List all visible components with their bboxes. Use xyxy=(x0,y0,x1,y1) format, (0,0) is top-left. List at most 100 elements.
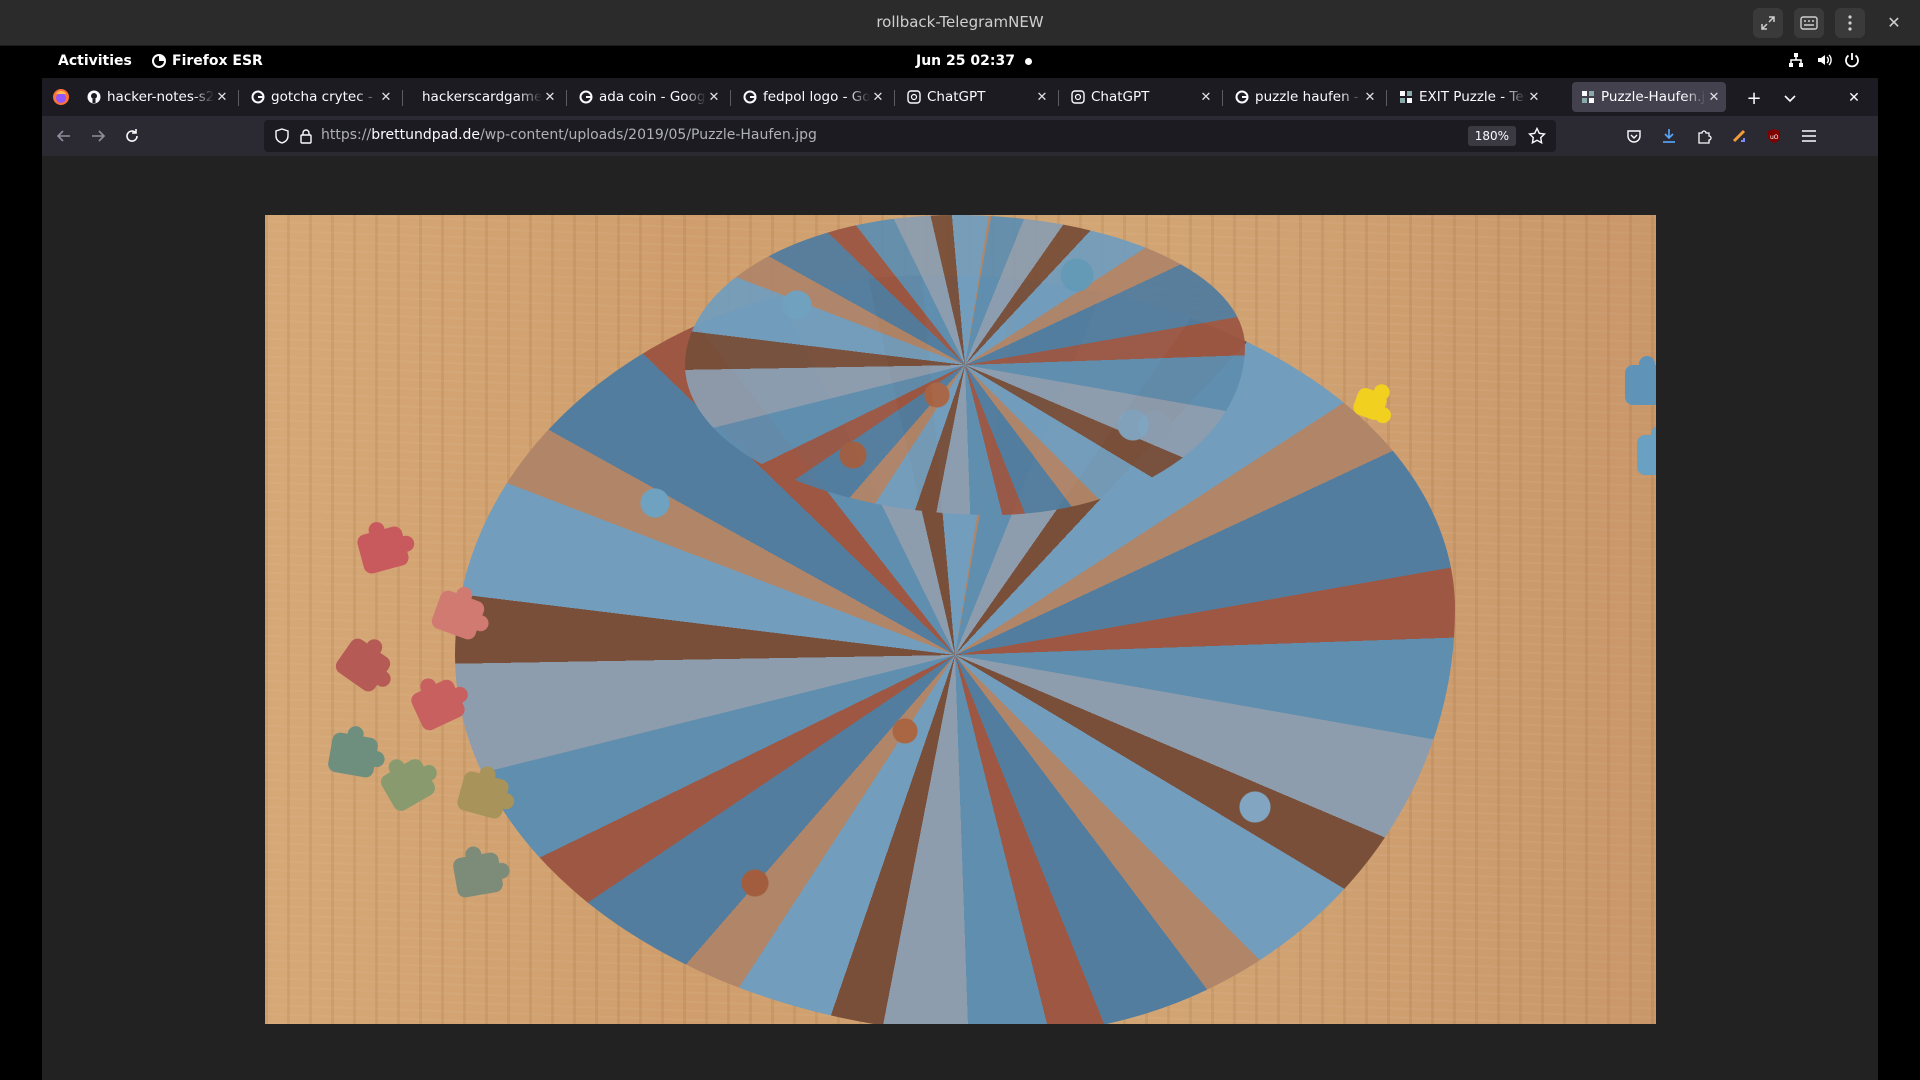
url-bar[interactable]: https://brettundpad.de/wp-content/upload… xyxy=(264,120,1556,152)
google-icon xyxy=(742,90,757,105)
reload-icon xyxy=(126,129,138,142)
tab-label: gotcha crytec - Go xyxy=(271,89,378,105)
close-icon[interactable]: ✕ xyxy=(706,90,722,105)
tab-google-fedpol[interactable]: fedpol logo - Goo ✕ xyxy=(734,82,890,112)
reload-button[interactable] xyxy=(120,124,144,148)
clock[interactable]: Jun 25 02:37 xyxy=(916,53,1015,69)
tab-github[interactable]: hacker-notes-s24 ✕ xyxy=(78,82,234,112)
fullscreen-button[interactable] xyxy=(1753,8,1783,38)
extensions-button[interactable] xyxy=(1692,124,1716,148)
puzzle-piece-icon xyxy=(1698,130,1712,144)
tab-puzzle-haufen-active[interactable]: Puzzle-Haufen.jpg ✕ xyxy=(1572,82,1726,112)
image-viewer xyxy=(42,156,1878,1080)
zoom-reset-button[interactable]: 180% xyxy=(1467,126,1516,146)
tab-strip: hacker-notes-s24 ✕ gotcha crytec - Go ✕ … xyxy=(42,78,1878,116)
system-tray[interactable] xyxy=(1788,52,1860,68)
close-icon[interactable]: ✕ xyxy=(1526,90,1542,105)
google-icon xyxy=(578,90,593,105)
forward-button[interactable] xyxy=(86,124,110,148)
close-window-button[interactable]: ✕ xyxy=(1842,86,1866,110)
google-icon xyxy=(250,90,265,105)
keyboard-icon xyxy=(1800,16,1818,30)
close-icon[interactable]: ✕ xyxy=(542,90,558,105)
chevron-down-icon xyxy=(1784,95,1796,103)
loose-puzzle-piece xyxy=(355,524,411,576)
tab-hackerscardgame[interactable]: hackerscardgame.org ✕ xyxy=(406,82,562,112)
ublock-button[interactable]: uO xyxy=(1762,124,1786,148)
blank-favicon xyxy=(414,90,418,105)
app-menu-label: Firefox ESR xyxy=(172,53,263,69)
loose-puzzle-piece xyxy=(1625,356,1656,405)
window-close-button[interactable]: ✕ xyxy=(1882,10,1906,34)
close-icon[interactable]: ✕ xyxy=(1198,90,1214,105)
tab-label: hackerscardgame.org xyxy=(422,89,542,105)
activities-button[interactable]: Activities xyxy=(58,53,132,69)
back-arrow-icon xyxy=(56,130,70,142)
tab-google-puzzle[interactable]: puzzle haufen - G ✕ xyxy=(1226,82,1382,112)
url-host: brettundpad.de xyxy=(371,127,481,143)
tab-separator xyxy=(1222,90,1223,106)
tab-separator xyxy=(1386,90,1387,106)
tab-separator xyxy=(894,90,895,106)
new-tab-button[interactable]: + xyxy=(1742,86,1766,110)
window-menu-button[interactable] xyxy=(1835,8,1865,38)
kebab-menu-icon xyxy=(1848,15,1852,31)
url-text[interactable]: https://brettundpad.de/wp-content/upload… xyxy=(321,127,817,143)
close-icon[interactable]: ✕ xyxy=(1362,90,1378,105)
tab-label: Puzzle-Haufen.jpg xyxy=(1601,89,1706,105)
tab-separator xyxy=(402,90,403,106)
tab-label: puzzle haufen - G xyxy=(1255,89,1362,105)
volume-icon xyxy=(1818,54,1832,66)
keyboard-button[interactable] xyxy=(1794,8,1824,38)
window-titlebar: rollback-TelegramNEW ✕ xyxy=(0,0,1920,46)
tab-chatgpt-1[interactable]: ChatGPT ✕ xyxy=(898,82,1054,112)
toolbar-actions: uO xyxy=(1622,124,1821,148)
loose-puzzle-piece xyxy=(1637,426,1656,475)
expand-icon xyxy=(1761,16,1775,30)
plus-icon: + xyxy=(1746,87,1762,109)
tab-google-ada[interactable]: ada coin - Google ✕ xyxy=(570,82,726,112)
shield-icon[interactable] xyxy=(274,128,290,144)
lock-icon[interactable] xyxy=(298,128,314,144)
app-menu-button[interactable] xyxy=(1797,124,1821,148)
tab-chatgpt-2[interactable]: ChatGPT ✕ xyxy=(1062,82,1218,112)
bookmark-star-icon[interactable] xyxy=(1528,127,1546,145)
pocket-button[interactable] xyxy=(1622,124,1646,148)
tab-label: ChatGPT xyxy=(1091,89,1150,105)
navigation-toolbar: https://brettundpad.de/wp-content/upload… xyxy=(42,116,1878,156)
google-icon xyxy=(1234,90,1249,105)
tab-google-gotcha[interactable]: gotcha crytec - Go ✕ xyxy=(242,82,398,112)
tab-separator xyxy=(1058,90,1059,106)
tab-label: fedpol logo - Goo xyxy=(763,89,870,105)
tab-label: EXIT Puzzle - Tes xyxy=(1419,89,1526,105)
app-menu[interactable]: Firefox ESR xyxy=(152,53,263,69)
close-icon[interactable]: ✕ xyxy=(870,90,886,105)
close-icon: ✕ xyxy=(1887,12,1901,32)
puzzle-icon xyxy=(1398,90,1413,105)
forward-arrow-icon xyxy=(92,130,106,142)
puzzle-pile-image[interactable] xyxy=(265,215,1656,1024)
back-button[interactable] xyxy=(52,124,76,148)
extension-icon xyxy=(1732,129,1746,143)
remote-screen: Activities Firefox ESR Jun 25 02:37 hack… xyxy=(0,46,1920,1080)
chatgpt-icon xyxy=(906,90,921,105)
loose-puzzle-piece xyxy=(332,635,394,695)
tab-exit-puzzle[interactable]: EXIT Puzzle - Tes ✕ xyxy=(1390,82,1546,112)
pocket-icon xyxy=(1627,130,1641,143)
gnome-top-bar: Activities Firefox ESR Jun 25 02:37 xyxy=(0,46,1920,76)
close-icon[interactable]: ✕ xyxy=(378,90,394,105)
close-icon[interactable]: ✕ xyxy=(214,90,230,105)
power-icon xyxy=(1845,53,1859,68)
sidebar-extension-button[interactable] xyxy=(1727,124,1751,148)
tab-label: ada coin - Google xyxy=(599,89,706,105)
tab-label: hacker-notes-s24 xyxy=(107,89,214,105)
close-icon[interactable]: ✕ xyxy=(1034,90,1050,105)
downloads-button[interactable] xyxy=(1657,124,1681,148)
window-title: rollback-TelegramNEW xyxy=(876,13,1044,31)
url-prefix: https:// xyxy=(321,127,372,143)
close-icon: ✕ xyxy=(1848,90,1860,106)
list-all-tabs-button[interactable] xyxy=(1778,86,1802,110)
close-icon[interactable]: ✕ xyxy=(1706,90,1722,105)
firefox-view-icon[interactable] xyxy=(52,88,70,106)
svg-text:uO: uO xyxy=(1770,134,1779,141)
